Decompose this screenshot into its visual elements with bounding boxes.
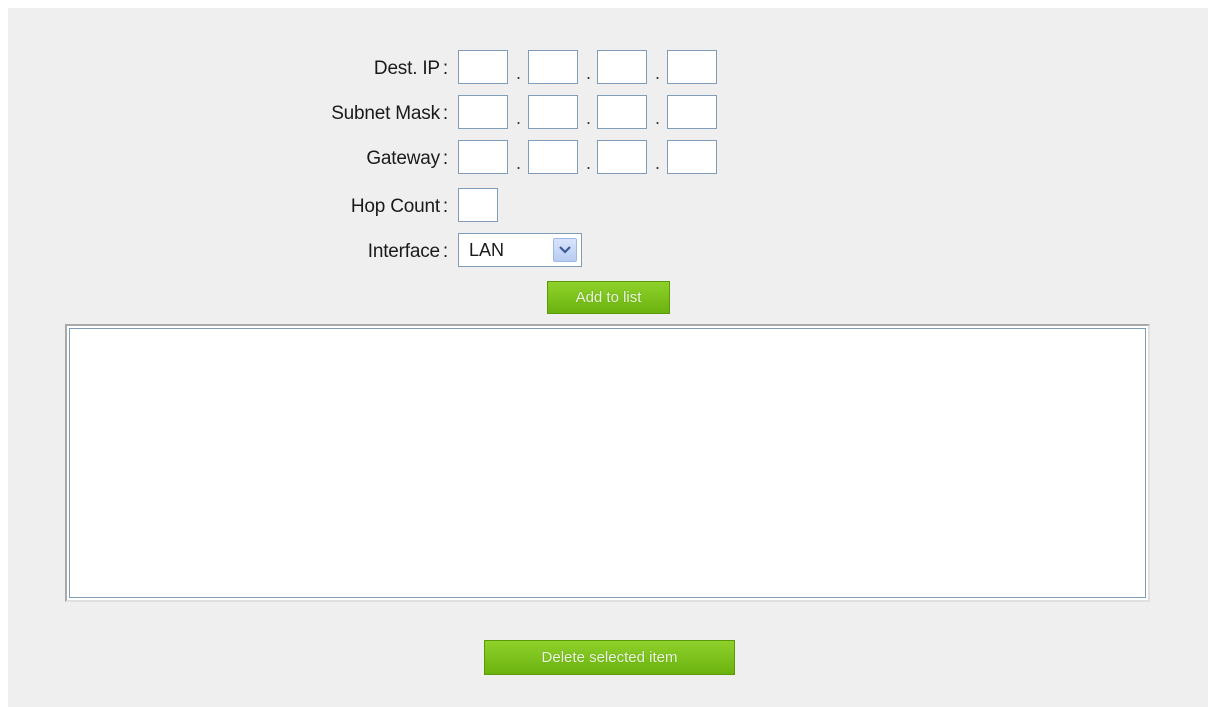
interface-row: Interface: LAN: [8, 233, 1208, 269]
interface-select[interactable]: LAN: [458, 233, 582, 267]
ip-separator: .: [586, 108, 592, 128]
delete-selected-item-button[interactable]: Delete selected item: [484, 640, 735, 675]
dest-ip-octet-1[interactable]: [458, 50, 508, 84]
ip-separator: .: [655, 108, 661, 128]
ip-separator: .: [516, 63, 522, 83]
hop-count-input[interactable]: [458, 188, 498, 222]
routing-panel: Dest. IP: . . . Subnet Mask: . . . Gatew…: [8, 8, 1208, 707]
gateway-octet-4[interactable]: [667, 140, 717, 174]
interface-label: Interface:: [367, 241, 448, 262]
dest-ip-octet-3[interactable]: [597, 50, 647, 84]
ip-separator: .: [655, 153, 661, 173]
dest-ip-octet-4[interactable]: [667, 50, 717, 84]
gateway-row: Gateway: . . .: [8, 140, 1208, 176]
subnet-mask-label: Subnet Mask:: [331, 103, 448, 124]
add-to-list-button[interactable]: Add to list: [547, 281, 670, 314]
route-list-inner: [69, 328, 1146, 598]
gateway-octet-2[interactable]: [528, 140, 578, 174]
ip-separator: .: [655, 63, 661, 83]
subnet-mask-row: Subnet Mask: . . .: [8, 95, 1208, 131]
route-list[interactable]: [65, 324, 1150, 602]
chevron-down-icon[interactable]: [553, 238, 577, 262]
gateway-octet-3[interactable]: [597, 140, 647, 174]
dest-ip-label: Dest. IP:: [373, 58, 448, 79]
subnet-mask-octet-3[interactable]: [597, 95, 647, 129]
subnet-mask-octet-1[interactable]: [458, 95, 508, 129]
ip-separator: .: [516, 153, 522, 173]
subnet-mask-octet-4[interactable]: [667, 95, 717, 129]
hop-count-row: Hop Count:: [8, 188, 1208, 224]
add-to-list-label: Add to list: [575, 289, 642, 306]
dest-ip-row: Dest. IP: . . .: [8, 50, 1208, 86]
ip-separator: .: [586, 63, 592, 83]
subnet-mask-octet-2[interactable]: [528, 95, 578, 129]
dest-ip-octet-2[interactable]: [528, 50, 578, 84]
delete-selected-item-label: Delete selected item: [541, 649, 678, 666]
hop-count-label: Hop Count:: [350, 196, 448, 217]
gateway-octet-1[interactable]: [458, 140, 508, 174]
ip-separator: .: [516, 108, 522, 128]
gateway-label: Gateway:: [366, 148, 448, 169]
interface-select-value: LAN: [469, 240, 505, 260]
ip-separator: .: [586, 153, 592, 173]
